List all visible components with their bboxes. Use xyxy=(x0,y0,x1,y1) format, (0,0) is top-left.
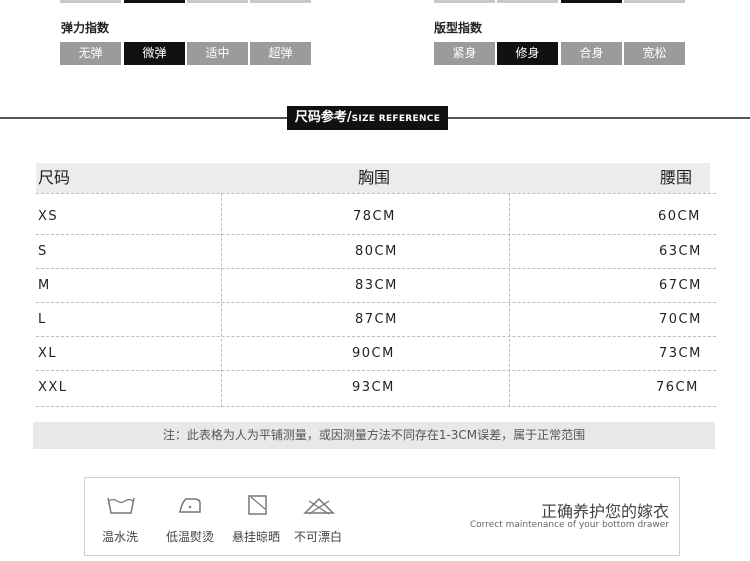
table-row: L 87CM 70CM xyxy=(36,303,716,337)
table-row: XS 78CM 60CM xyxy=(36,200,716,234)
waist-cell: 67CM xyxy=(659,278,702,293)
chest-cell: 90CM xyxy=(352,346,395,361)
top-strip xyxy=(60,0,121,3)
table-row: S 80CM 63CM xyxy=(36,235,716,269)
section-divider xyxy=(448,117,750,119)
warm-wash-icon xyxy=(107,497,135,514)
section-divider xyxy=(0,117,287,119)
header-chest: 胸围 xyxy=(358,168,391,187)
table-row: XXL 93CM 76CM xyxy=(36,371,716,405)
size-cell: L xyxy=(38,312,47,327)
size-cell: XL xyxy=(38,346,58,361)
size-cell: M xyxy=(38,278,51,293)
size-reference-title-en: SIZE REFERENCE xyxy=(351,114,441,124)
waist-cell: 60CM xyxy=(658,209,701,224)
no-bleach-icon xyxy=(303,497,335,515)
top-strip xyxy=(187,0,248,3)
care-label-hang-dry: 悬挂晾晒 xyxy=(232,530,281,544)
care-label-low-iron: 低温熨烫 xyxy=(166,530,215,544)
top-strip xyxy=(250,0,311,3)
elasticity-option-high: 超弹 xyxy=(250,42,311,65)
size-cell: S xyxy=(38,244,48,259)
fit-option-regular: 合身 xyxy=(561,42,622,65)
fit-option-slim: 修身 xyxy=(497,42,558,65)
size-cell: XXL xyxy=(38,380,68,395)
table-divider xyxy=(36,406,716,407)
fit-option-loose: 宽松 xyxy=(624,42,685,65)
waist-cell: 70CM xyxy=(659,312,702,327)
table-row: XL 90CM 73CM xyxy=(36,337,716,371)
top-strip xyxy=(624,0,685,3)
top-strip xyxy=(434,0,495,3)
elasticity-option-slight: 微弹 xyxy=(124,42,185,65)
chest-cell: 78CM xyxy=(353,209,396,224)
care-label-no-bleach: 不可漂白 xyxy=(294,530,343,544)
header-waist: 腰围 xyxy=(660,168,693,187)
size-reference-banner: 尺码参考/SIZE REFERENCE xyxy=(287,106,448,130)
size-cell: XS xyxy=(38,209,59,224)
table-divider xyxy=(36,193,716,194)
table-header: 尺码 胸围 腰围 xyxy=(36,163,710,193)
chest-cell: 93CM xyxy=(352,380,395,395)
size-reference-title-cn: 尺码参考/ xyxy=(294,110,352,125)
care-instructions-box: 温水洗 低温熨烫 悬挂晾晒 不可漂白 正确养护您的嫁衣 Correct main… xyxy=(84,477,680,556)
hang-dry-icon xyxy=(248,495,267,515)
chest-cell: 80CM xyxy=(355,244,398,259)
header-size: 尺码 xyxy=(38,168,71,187)
top-strip xyxy=(561,0,622,3)
care-subtitle: Correct maintenance of your bottom drawe… xyxy=(469,520,669,530)
elasticity-option-none: 无弹 xyxy=(60,42,121,65)
table-row: M 83CM 67CM xyxy=(36,269,716,303)
elasticity-option-medium: 适中 xyxy=(187,42,248,65)
chest-cell: 87CM xyxy=(355,312,398,327)
care-label-warm-wash: 温水洗 xyxy=(102,530,139,544)
low-iron-icon xyxy=(179,498,201,513)
waist-cell: 76CM xyxy=(656,380,699,395)
care-title: 正确养护您的嫁衣 xyxy=(540,502,669,521)
fit-title: 版型指数 xyxy=(434,21,483,35)
chest-cell: 83CM xyxy=(355,278,398,293)
top-strip xyxy=(497,0,558,3)
waist-cell: 73CM xyxy=(659,346,702,361)
measurement-note: 注：此表格为人为平铺测量，或因测量方法不同存在1-3CM误差，属于正常范围 xyxy=(33,422,715,449)
waist-cell: 63CM xyxy=(659,244,702,259)
fit-option-tight: 紧身 xyxy=(434,42,495,65)
top-strip xyxy=(124,0,185,3)
elasticity-title: 弹力指数 xyxy=(61,21,110,35)
